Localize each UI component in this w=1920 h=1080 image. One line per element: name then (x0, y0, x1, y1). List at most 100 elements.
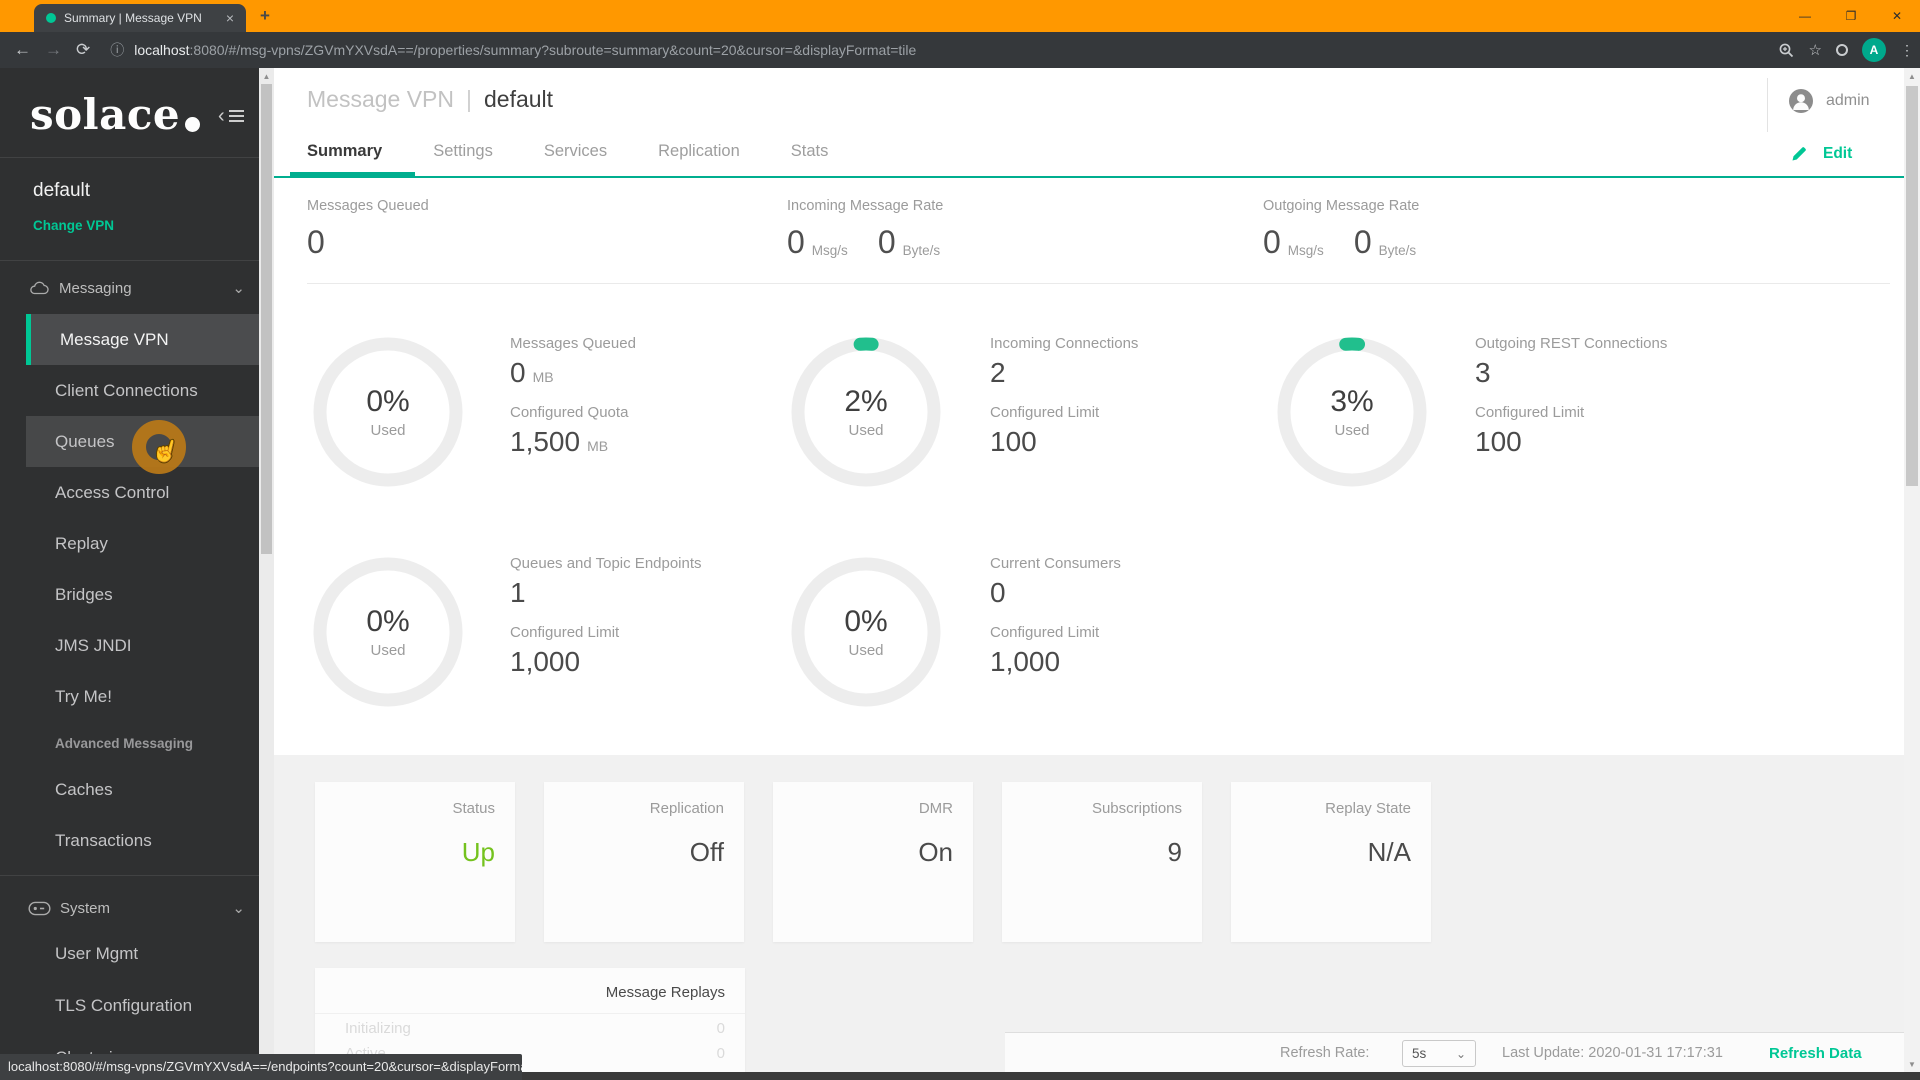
sidebar-divider (0, 157, 259, 158)
sidebar-scrollbar[interactable]: ▲ (259, 68, 274, 1080)
collapse-chevron-icon: ‹ (218, 105, 225, 127)
gauge-message-spool: 0% Used (303, 327, 473, 497)
stat-value: 1,000 (990, 646, 1061, 677)
chevron-down-icon: ⌄ (1455, 1046, 1466, 1061)
refresh-rate-value: 5s (1412, 1046, 1427, 1061)
metric-unit: Byte/s (902, 243, 941, 258)
solace-logo: solace (30, 90, 201, 139)
main-scrollbar-thumb[interactable] (1906, 86, 1918, 486)
sidebar-item-jms-jndi[interactable]: JMS JNDI (0, 620, 259, 671)
url-host: localhost (134, 42, 190, 58)
page-info-icon[interactable]: ⓘ (110, 40, 124, 60)
scroll-down-icon[interactable]: ▼ (1904, 1056, 1920, 1072)
collapse-bars-icon (228, 110, 244, 122)
change-vpn-link[interactable]: Change VPN (33, 218, 114, 233)
metric-unit: Msg/s (1287, 243, 1324, 258)
tabs-divider-line (274, 176, 1904, 178)
browser-toolbar: ← → ⟳ ⓘ localhost:8080/#/msg-vpns/ZGVmYX… (0, 32, 1920, 68)
gauge-consumers: 0% Used (781, 547, 951, 717)
tab-stats[interactable]: Stats (791, 142, 829, 175)
sidebar: solace ‹ default Change VPN Messaging ⌄ … (0, 68, 259, 1080)
tab-settings[interactable]: Settings (433, 142, 493, 175)
zoom-icon[interactable] (1778, 42, 1795, 59)
tile-label: Replication (649, 800, 724, 817)
sidebar-item-tls-configuration[interactable]: TLS Configuration (0, 980, 259, 1031)
stat-value: 1 (510, 577, 526, 608)
stat-value: 3 (1475, 357, 1491, 388)
sidebar-section-messaging[interactable]: Messaging ⌄ (0, 273, 259, 303)
sidebar-item-try-me[interactable]: Try Me! (0, 671, 259, 722)
solace-logo-text: solace (30, 90, 181, 139)
refresh-data-button[interactable]: Refresh Data (1769, 1045, 1862, 1062)
gauge-used-label: Used (370, 422, 406, 439)
sidebar-item-client-connections[interactable]: Client Connections (0, 365, 259, 416)
sidebar-item-replay[interactable]: Replay (0, 518, 259, 569)
sidebar-item-access-control[interactable]: Access Control (0, 467, 259, 518)
sidebar-item-bridges[interactable]: Bridges (0, 569, 259, 620)
gauge-percent: 0% (844, 605, 888, 638)
message-replays-title: Message Replays (605, 984, 725, 1001)
metric-messages-queued: Messages Queued 0 (307, 198, 429, 258)
browser-profile-avatar[interactable]: A (1862, 38, 1886, 62)
sidebar-scrollbar-thumb[interactable] (261, 84, 272, 554)
screen: Summary | Message VPN × + — ❐ ✕ ← → ⟳ ⓘ … (0, 0, 1920, 1080)
sidebar-item-transactions[interactable]: Transactions (0, 815, 259, 866)
stat-label: Outgoing REST Connections (1475, 335, 1668, 352)
metric-value: 0 (1263, 224, 1281, 260)
username-label: admin (1826, 92, 1870, 109)
sidebar-item-message-vpn[interactable]: Message VPN (26, 314, 259, 365)
user-divider (1767, 78, 1768, 132)
tile-value: Off (689, 837, 724, 867)
metric-value: 0 (307, 224, 325, 260)
solace-logo-dot (185, 117, 201, 132)
tile-status: Status Up (315, 782, 515, 942)
tab-summary[interactable]: Summary (307, 142, 382, 175)
sidebar-collapse-icon[interactable]: ‹ (218, 106, 244, 126)
browser-tab[interactable]: Summary | Message VPN × (34, 4, 246, 32)
system-section-label: System (60, 899, 111, 917)
back-icon[interactable]: ← (14, 40, 31, 60)
edit-button[interactable]: Edit (1790, 144, 1852, 163)
tab-services[interactable]: Services (544, 142, 607, 175)
sidebar-section-system[interactable]: System ⌄ (0, 893, 259, 923)
stat-value: 1,000 (510, 646, 581, 677)
sidebar-item-user-mgmt[interactable]: User Mgmt (0, 928, 259, 979)
close-button[interactable]: ✕ (1874, 0, 1920, 32)
user-box[interactable]: admin (1788, 88, 1870, 114)
stat-value: 100 (1475, 426, 1522, 457)
user-avatar-icon (1789, 89, 1813, 113)
breadcrumb-vpn-name: default (484, 86, 554, 112)
tile-value: N/A (1367, 837, 1411, 867)
scroll-up-icon[interactable]: ▲ (1904, 68, 1920, 84)
stat-label: Current Consumers (990, 555, 1121, 572)
new-tab-button[interactable]: + (260, 6, 270, 26)
cloud-icon (28, 280, 50, 296)
gauge-incoming-connections: 2% Used (781, 327, 951, 497)
link-status-tooltip: localhost:8080/#/msg-vpns/ZGVmYXVsdA==/e… (0, 1054, 522, 1080)
maximize-button[interactable]: ❐ (1828, 0, 1874, 32)
reload-icon[interactable]: ⟳ (76, 40, 90, 60)
tab-title: Summary | Message VPN (64, 11, 202, 25)
tile-value: 9 (1167, 837, 1182, 867)
gauge-info-consumers: Current Consumers 0 Configured Limit 1,0… (990, 555, 1320, 693)
extension-circle-icon[interactable] (1836, 44, 1848, 56)
tile-label: Status (452, 800, 495, 817)
stat-value: 100 (990, 426, 1037, 457)
replay-row-label: Initializing (345, 1020, 411, 1037)
sidebar-item-caches[interactable]: Caches (0, 764, 259, 815)
tab-replication[interactable]: Replication (658, 142, 740, 175)
refresh-rate-select[interactable]: 5s ⌄ (1402, 1040, 1476, 1067)
scroll-up-icon[interactable]: ▲ (259, 68, 274, 84)
system-chip-icon (28, 901, 51, 916)
stat-value: 2 (990, 357, 1006, 388)
address-bar[interactable]: localhost:8080/#/msg-vpns/ZGVmYXVsdA==/p… (134, 42, 964, 58)
main-scrollbar[interactable]: ▲ ▼ (1904, 68, 1920, 1072)
gauge-percent: 3% (1330, 385, 1374, 418)
forward-icon[interactable]: → (45, 40, 62, 60)
tab-close-icon[interactable]: × (222, 9, 238, 27)
metrics-divider (307, 283, 1890, 284)
minimize-button[interactable]: — (1782, 0, 1828, 32)
metric-label: Incoming Message Rate (787, 198, 944, 214)
chrome-menu-icon[interactable]: ⋮ (1900, 42, 1914, 59)
bookmark-star-icon[interactable]: ☆ (1809, 41, 1822, 59)
